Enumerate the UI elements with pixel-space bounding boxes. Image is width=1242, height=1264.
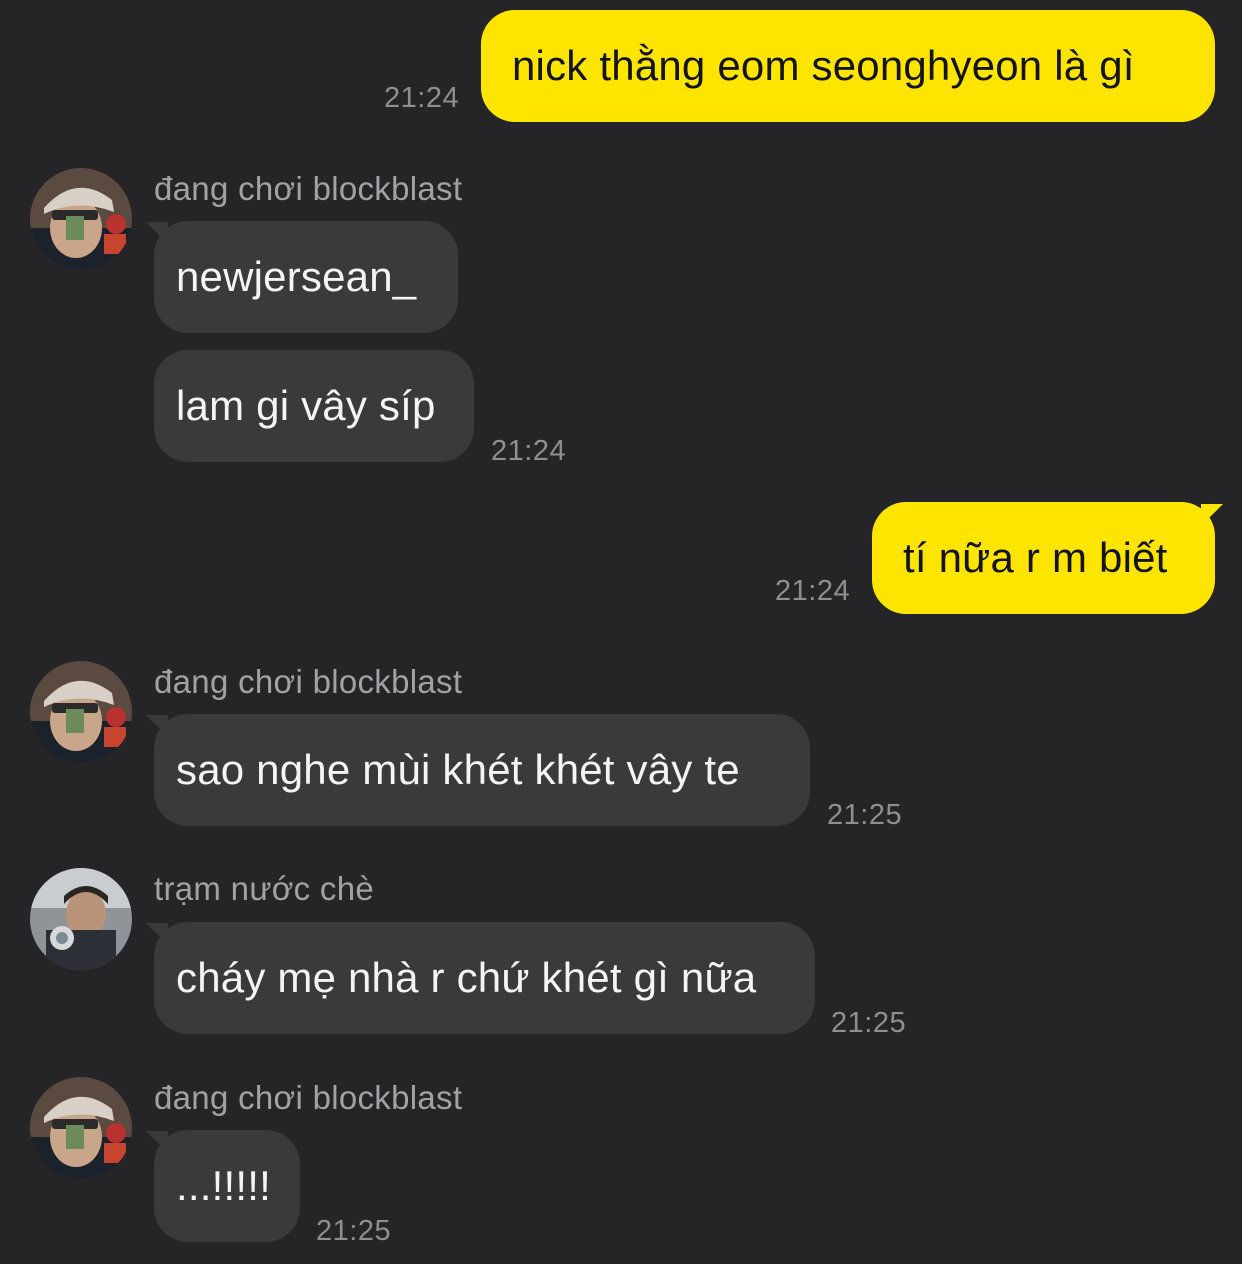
message-bubble-incoming[interactable]: ...!!!!!: [154, 1130, 300, 1242]
message-timestamp: 21:24: [775, 575, 851, 607]
message-timestamp: 21:25: [316, 1215, 392, 1247]
message-bubble-incoming[interactable]: lam gi vây síp: [154, 350, 474, 462]
sender-avatar[interactable]: [30, 868, 132, 970]
message-bubble-outgoing[interactable]: nick thằng eom seonghyeon là gì: [481, 10, 1215, 122]
sender-avatar[interactable]: [30, 661, 132, 763]
sender-name: đang chơi blockblast: [154, 170, 463, 207]
message-bubble-incoming[interactable]: sao nghe mùi khét khét vây te: [154, 714, 810, 826]
message-timestamp: 21:24: [491, 435, 567, 467]
message-timestamp: 21:25: [827, 799, 903, 831]
message-text: nick thằng eom seonghyeon là gì: [512, 42, 1135, 89]
message-bubble-incoming[interactable]: cháy mẹ nhà r chứ khét gì nữa: [154, 922, 815, 1034]
message-text: tí nữa r m biết: [903, 534, 1168, 581]
message-timestamp: 21:25: [831, 1007, 907, 1039]
message-text: sao nghe mùi khét khét vây te: [176, 746, 740, 793]
message-text: lam gi vây síp: [176, 382, 436, 429]
message-bubble-outgoing[interactable]: tí nữa r m biết: [872, 502, 1215, 614]
message-text: ...!!!!!: [176, 1162, 271, 1209]
sender-avatar[interactable]: [30, 168, 132, 270]
message-bubble-incoming[interactable]: newjersean_: [154, 221, 458, 333]
sender-name: đang chơi blockblast: [154, 1079, 463, 1116]
message-timestamp: 21:24: [384, 82, 460, 114]
message-text: cháy mẹ nhà r chứ khét gì nữa: [176, 954, 757, 1001]
message-text: newjersean_: [176, 253, 417, 300]
sender-avatar[interactable]: [30, 1077, 132, 1179]
sender-name: đang chơi blockblast: [154, 663, 463, 700]
sender-name: trạm nước chè: [154, 870, 375, 907]
